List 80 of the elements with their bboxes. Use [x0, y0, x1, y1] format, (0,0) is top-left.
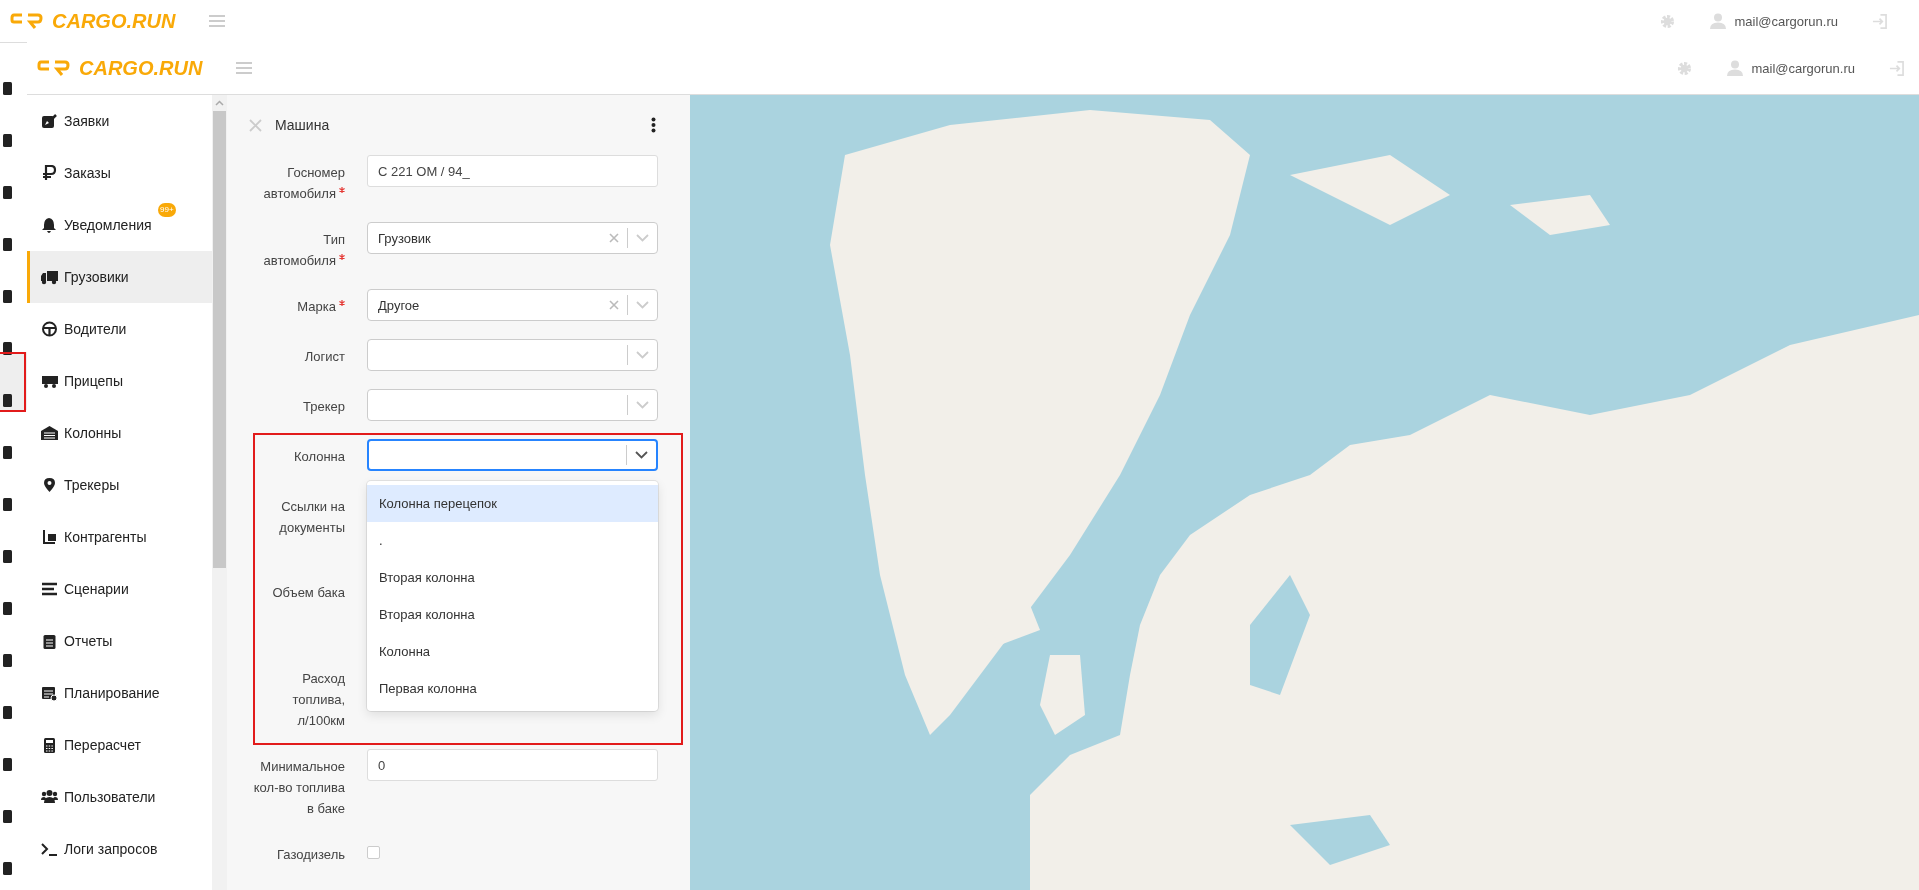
bell-icon: [41, 217, 58, 233]
logo-text: CARGO.RUN: [79, 56, 203, 80]
field-label: Тип автомобиля: [263, 232, 345, 268]
dolly-icon: [41, 529, 58, 545]
field-label: Трекер: [303, 399, 345, 414]
user-icon: [1710, 13, 1727, 29]
pencil-icon: [41, 113, 58, 129]
menu-icon[interactable]: [236, 62, 253, 74]
user-icon: [1727, 60, 1744, 76]
field-label: Ссылки на документы: [279, 499, 345, 535]
sidebar-item[interactable]: Прицепы: [27, 355, 212, 407]
settings-icon[interactable]: [1660, 13, 1676, 29]
sidebar-item[interactable]: Грузовики: [27, 251, 212, 303]
settings-icon[interactable]: [1677, 60, 1693, 76]
user-email[interactable]: mail@cargorun.ru: [1734, 13, 1838, 29]
sidebar-item[interactable]: Водители: [27, 303, 212, 355]
ruble-icon: [41, 165, 58, 181]
field-label: Расход топлива, л/100км: [292, 671, 345, 728]
logo-icon: [37, 59, 71, 77]
select-field[interactable]: [367, 439, 658, 471]
close-icon[interactable]: [249, 118, 262, 132]
steering-wheel-icon: [41, 321, 58, 337]
input-field[interactable]: С 221 ОМ / 94_: [367, 155, 658, 187]
select-field[interactable]: Другое: [367, 289, 658, 321]
terminal-icon: [41, 841, 58, 857]
logout-icon[interactable]: [1872, 13, 1887, 29]
input-field[interactable]: 0: [367, 749, 658, 781]
sidebar-item[interactable]: Планирование: [27, 667, 212, 719]
calculator-icon: [41, 737, 58, 753]
scrollbar-thumb[interactable]: [213, 111, 226, 568]
dropdown-option[interactable]: Первая колонна: [367, 670, 658, 707]
field-label: Логист: [304, 349, 345, 364]
dropdown-option[interactable]: Вторая колонна: [367, 559, 658, 596]
sidebar-item[interactable]: Сценарии: [27, 563, 212, 615]
calendar-icon: [41, 685, 58, 701]
field-label: Госномер автомобиля: [263, 165, 345, 201]
scrollbar[interactable]: [212, 95, 227, 890]
clear-icon[interactable]: [609, 300, 619, 310]
dropdown-option[interactable]: Колонна перецепок: [367, 485, 658, 522]
field-label: Газодизель: [277, 847, 345, 862]
lines-icon: [41, 581, 58, 597]
checkbox[interactable]: [367, 846, 380, 859]
sidebar-item[interactable]: Пользователи: [27, 771, 212, 823]
clipboard-icon: [41, 633, 58, 649]
sidebar-item[interactable]: Контрагенты: [27, 511, 212, 563]
sidebar-item[interactable]: Уведомления 99+: [27, 199, 212, 251]
dropdown-option[interactable]: Вторая колонна: [367, 596, 658, 633]
logout-icon[interactable]: [1889, 60, 1904, 76]
sidebar-item[interactable]: Отчеты: [27, 615, 212, 667]
menu-icon[interactable]: [209, 15, 226, 27]
user-email[interactable]: mail@cargorun.ru: [1751, 60, 1855, 76]
notification-badge: 99+: [158, 203, 176, 217]
sidebar-item[interactable]: Трекеры: [27, 459, 212, 511]
sidebar-item[interactable]: Колонны: [27, 407, 212, 459]
trailer-icon: [41, 373, 58, 389]
sidebar-item[interactable]: Перерасчет: [27, 719, 212, 771]
sidebar-item[interactable]: Заказы: [27, 147, 212, 199]
panel-title: Машина: [275, 117, 330, 133]
map-pin-icon: [41, 477, 58, 493]
field-label: Колонна: [293, 449, 345, 464]
users-icon: [41, 789, 58, 805]
truck-icon: [41, 269, 58, 285]
chevron-down-icon[interactable]: [635, 451, 648, 459]
field-label: Минимальное кол-во топлива в баке: [253, 759, 345, 816]
field-label: Объем бака: [272, 585, 345, 600]
garage-icon: [41, 425, 58, 441]
select-field[interactable]: [367, 339, 658, 371]
logo-text: CARGO.RUN: [52, 9, 176, 33]
sidebar-item[interactable]: Логи запросов: [27, 823, 212, 875]
select-field[interactable]: Грузовик: [367, 222, 658, 254]
dropdown-option[interactable]: .: [367, 522, 658, 559]
map-drawing[interactable]: [690, 95, 1919, 890]
dropdown-option[interactable]: Колонна: [367, 633, 658, 670]
sidebar-item[interactable]: Заявки: [27, 95, 212, 147]
logo-icon: [10, 12, 44, 30]
more-options-icon[interactable]: [651, 117, 656, 133]
field-label: Марка: [297, 299, 336, 314]
clear-icon[interactable]: [609, 233, 619, 243]
select-field[interactable]: [367, 389, 658, 421]
scroll-up-icon[interactable]: [215, 100, 224, 106]
